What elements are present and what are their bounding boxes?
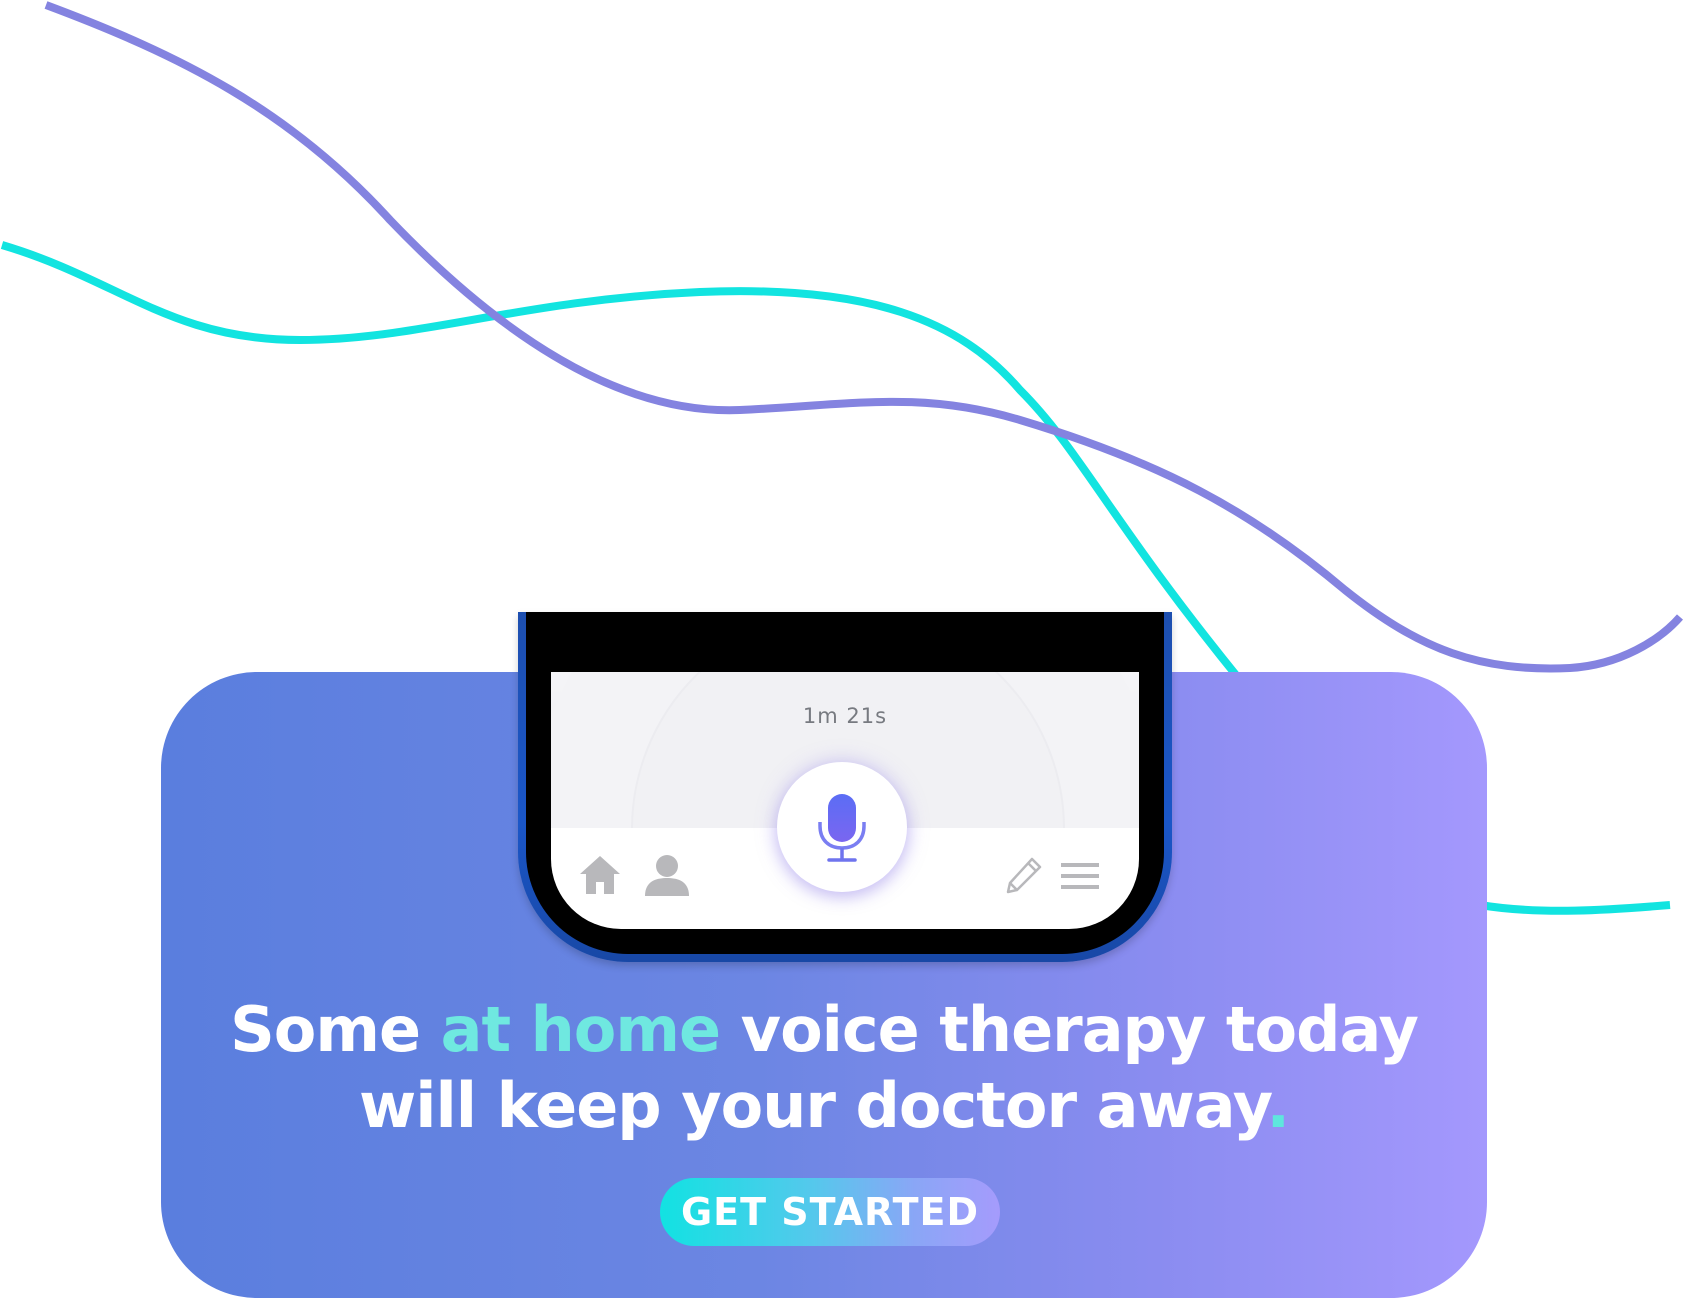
recording-timer: 1m 21s	[802, 704, 888, 728]
headline-text: will keep your doctor away	[358, 1069, 1267, 1142]
phone-mockup: 1m 21s	[518, 612, 1172, 962]
pencil-icon[interactable]	[1005, 856, 1043, 894]
get-started-button[interactable]: GET STARTED	[660, 1178, 1000, 1246]
headline-line-1: Some at home voice therapy today	[161, 992, 1487, 1068]
headline-dot: .	[1266, 1069, 1290, 1142]
user-icon[interactable]	[643, 854, 691, 896]
page: 1m 21s Some at home voice therapy today …	[0, 0, 1683, 1298]
headline: Some at home voice therapy today will ke…	[161, 992, 1487, 1144]
record-button[interactable]	[777, 762, 907, 892]
headline-line-2: will keep your doctor away.	[161, 1068, 1487, 1144]
headline-text: Some	[230, 993, 441, 1066]
phone-screen: 1m 21s	[551, 672, 1139, 929]
microphone-icon	[818, 794, 866, 862]
home-icon[interactable]	[578, 854, 622, 896]
headline-accent: at home	[440, 993, 721, 1066]
headline-text: voice therapy today	[720, 993, 1419, 1066]
menu-icon[interactable]	[1061, 861, 1101, 891]
